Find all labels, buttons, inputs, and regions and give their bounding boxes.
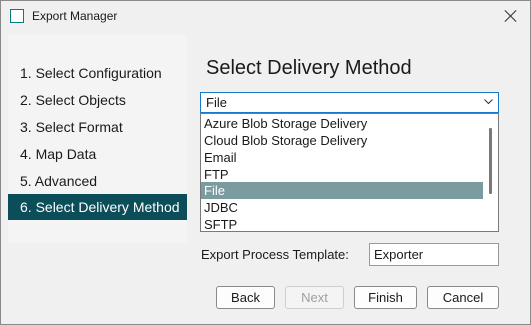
back-button[interactable]: Back xyxy=(216,286,275,309)
dropdown-option-selected[interactable]: File xyxy=(201,182,483,199)
dropdown-option[interactable]: SFTP xyxy=(201,216,483,231)
step-select-delivery-method[interactable]: 6. Select Delivery Method xyxy=(8,194,187,220)
step-select-objects[interactable]: 2. Select Objects xyxy=(8,87,187,113)
dropdown-option[interactable]: JDBC xyxy=(201,199,483,216)
dropdown-option[interactable]: Azure Blob Storage Delivery xyxy=(201,115,483,132)
step-label: 1. Select Configuration xyxy=(20,65,162,81)
step-label: 6. Select Delivery Method xyxy=(20,199,180,215)
title-bar: Export Manager xyxy=(1,1,530,33)
window-title: Export Manager xyxy=(32,9,118,23)
step-select-configuration[interactable]: 1. Select Configuration xyxy=(8,60,187,86)
dropdown-scrollbar[interactable] xyxy=(484,114,498,231)
step-label: 4. Map Data xyxy=(20,146,97,162)
export-template-label: Export Process Template: xyxy=(201,247,349,262)
dropdown-option[interactable]: Email xyxy=(201,149,483,166)
export-template-input[interactable] xyxy=(369,243,499,266)
dropdown-option[interactable]: Cloud Blob Storage Delivery xyxy=(201,132,483,149)
step-select-format[interactable]: 3. Select Format xyxy=(8,114,187,140)
cancel-button[interactable]: Cancel xyxy=(427,286,499,309)
delivery-method-dropdown-list: Azure Blob Storage Delivery Cloud Blob S… xyxy=(200,113,499,232)
step-label: 2. Select Objects xyxy=(20,92,126,108)
chevron-down-icon[interactable] xyxy=(484,97,493,106)
step-map-data[interactable]: 4. Map Data xyxy=(8,141,187,167)
step-label: 5. Advanced xyxy=(20,173,98,189)
app-icon xyxy=(10,9,24,23)
step-label: 3. Select Format xyxy=(20,119,123,135)
delivery-method-select[interactable]: File xyxy=(200,92,499,113)
finish-button[interactable]: Finish xyxy=(354,286,417,309)
export-manager-window: Export Manager 1. Select Configuration 2… xyxy=(0,0,531,325)
close-icon[interactable] xyxy=(502,7,520,25)
dropdown-option[interactable]: FTP xyxy=(201,166,483,183)
next-button[interactable]: Next xyxy=(285,286,344,309)
steps-panel: 1. Select Configuration 2. Select Object… xyxy=(8,35,187,243)
delivery-method-value: File xyxy=(206,95,227,110)
scrollbar-thumb[interactable] xyxy=(489,128,492,194)
page-title: Select Delivery Method xyxy=(206,57,412,79)
step-advanced[interactable]: 5. Advanced xyxy=(8,168,187,194)
